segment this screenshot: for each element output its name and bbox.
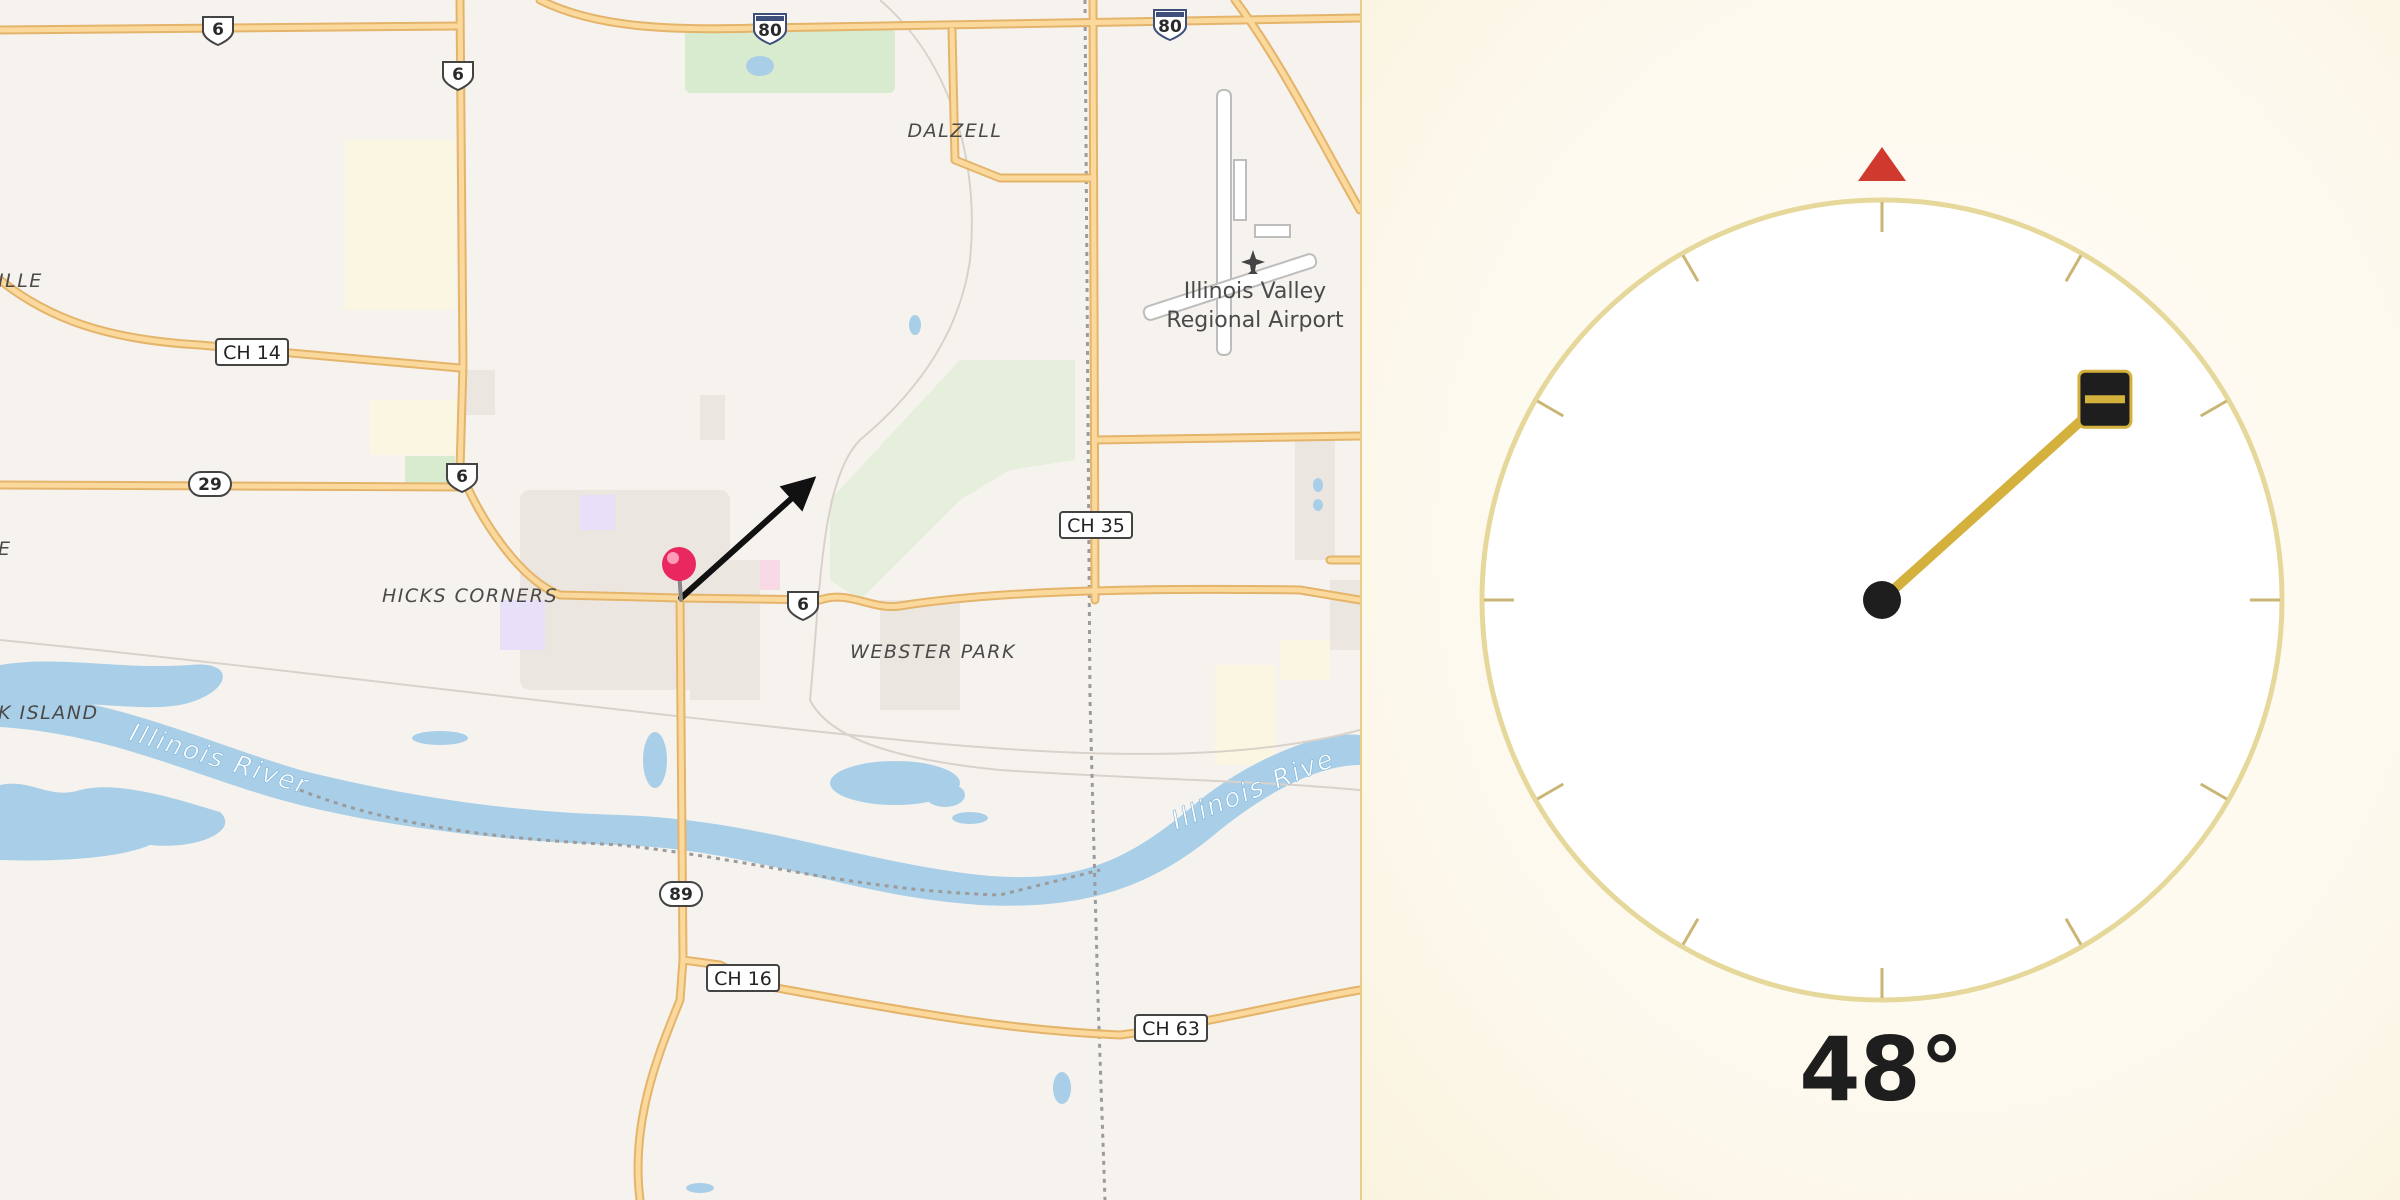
svg-text:6: 6: [797, 595, 809, 615]
county-road-ch14: CH 14: [215, 338, 289, 366]
map-canvas[interactable]: Illinois Valley Regional Airport DALZELL…: [0, 0, 1360, 1200]
place-label-dalzell: DALZELL: [908, 120, 1003, 142]
compass-hub: [1863, 581, 1901, 619]
north-marker-icon: [1858, 147, 1906, 181]
county-road-ch35: CH 35: [1059, 511, 1133, 539]
svg-text:6: 6: [452, 65, 464, 85]
place-label-k-island: K ISLAND: [0, 702, 99, 724]
us6-shield: 6: [202, 16, 234, 47]
svg-text:80: 80: [1158, 17, 1182, 37]
us6-shield: 6: [442, 61, 474, 92]
svg-text:80: 80: [758, 21, 782, 41]
place-label-ille: ILLE: [0, 270, 43, 292]
us6-shield: 6: [787, 591, 819, 622]
airport-label-line1: Illinois Valley: [1184, 279, 1326, 304]
svg-text:CH 14: CH 14: [223, 342, 281, 364]
place-label-webster-park: WEBSTER PARK: [850, 641, 1016, 663]
needle-handle[interactable]: [2077, 369, 2133, 429]
svg-text:CH 16: CH 16: [714, 968, 772, 990]
place-label-hicks-corners: HICKS CORNERS: [382, 585, 558, 607]
county-road-ch63: CH 63: [1134, 1014, 1208, 1042]
route-89-shield: 89: [659, 881, 703, 907]
svg-text:CH 63: CH 63: [1142, 1018, 1200, 1040]
river-label-left: Illinois River: [126, 718, 313, 801]
airport-label-line2: Regional Airport: [1166, 308, 1344, 333]
svg-text:29: 29: [198, 475, 222, 495]
heading-readout: 48°: [1799, 1018, 1963, 1121]
svg-text:CH 35: CH 35: [1067, 515, 1125, 537]
place-label-e: E: [0, 538, 12, 560]
svg-text:6: 6: [212, 20, 224, 40]
i80-shield: 80: [753, 13, 787, 46]
county-road-ch16: CH 16: [706, 964, 780, 992]
svg-text:6: 6: [456, 467, 468, 487]
svg-text:89: 89: [669, 885, 693, 905]
i80-shield: 80: [1153, 9, 1187, 42]
route-29-shield: 29: [188, 471, 232, 497]
compass-panel: 48°: [1362, 0, 2400, 1200]
map-view[interactable]: Illinois Valley Regional Airport DALZELL…: [0, 0, 1360, 1200]
